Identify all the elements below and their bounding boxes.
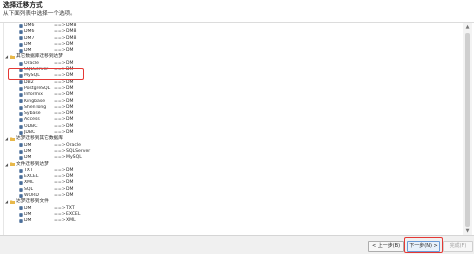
tree-item[interactable]: DM ==> XML [4,218,464,224]
database-icon [19,118,23,123]
database-icon [19,23,23,28]
selection-highlight [8,68,84,80]
database-icon [19,86,23,91]
database-icon [19,80,23,85]
scroll-up-icon[interactable]: ▲ [463,23,472,31]
database-icon [19,206,23,211]
page-subtitle: 从下面列表中选择一个选项。 [3,11,76,17]
folder-icon [10,137,15,142]
database-icon [19,156,23,161]
database-icon [19,168,23,173]
database-icon [19,42,23,47]
database-icon [19,105,23,110]
database-icon [19,130,23,135]
database-icon [19,187,23,192]
wizard-header: 选择迁移方式 从下面列表中选择一个选项。 [0,0,474,22]
database-icon [19,99,23,104]
database-icon [19,36,23,41]
target-db-label: XML [66,218,76,224]
prev-button[interactable]: < 上一步(B) [368,241,404,252]
migration-tree-list: DM6 ==> DM8 DM6 ==> DM8 DM7 ==> DM8 DM ==> DM DM ==> D… [4,23,464,225]
database-icon [19,181,23,186]
database-icon [19,30,23,35]
database-icon [19,212,23,217]
migration-tree[interactable]: DM6 ==> DM8 DM6 ==> DM8 DM7 ==> DM8 DM ==> DM DM ==> D… [3,23,474,235]
source-db-label: DM [24,218,32,224]
arrow-label: ==> [54,218,66,224]
database-icon [19,143,23,148]
scroll-thumb[interactable] [465,33,470,227]
wizard-footer: < 上一步(B) 下一步(N) > 完成(F) [0,235,474,254]
database-icon [19,49,23,53]
next-button-highlight [404,237,443,253]
tree-scrollbar[interactable]: ▲ ▼ [463,23,472,235]
database-icon [19,175,23,179]
page-title: 选择迁移方式 [3,1,43,9]
database-icon [19,61,23,66]
finish-button[interactable]: 完成(F) [443,241,473,252]
database-icon [19,193,23,198]
database-icon [19,112,23,116]
folder-icon [10,55,15,60]
database-icon [19,219,23,223]
folder-icon [10,162,15,167]
database-icon [19,149,23,154]
scroll-down-icon[interactable]: ▼ [463,227,472,235]
database-icon [19,93,23,98]
database-icon [19,124,23,129]
folder-icon [10,200,15,205]
